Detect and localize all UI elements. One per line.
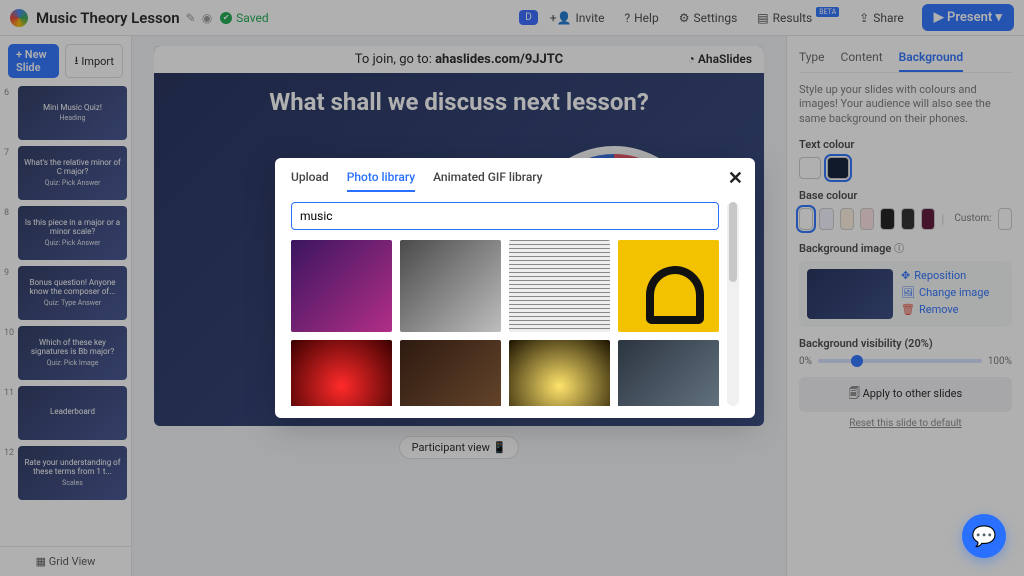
modal-tab-upload[interactable]: Upload — [291, 170, 329, 192]
library-image[interactable] — [509, 340, 610, 406]
close-icon[interactable]: ✕ — [728, 168, 743, 189]
modal-tab-photo-library[interactable]: Photo library — [347, 170, 415, 192]
scrollbar-thumb[interactable] — [729, 202, 737, 282]
library-image[interactable] — [618, 240, 719, 332]
library-image[interactable] — [291, 340, 392, 406]
library-image[interactable] — [618, 340, 719, 406]
library-image[interactable] — [400, 240, 501, 332]
image-library-modal: ✕ Upload Photo library Animated GIF libr… — [275, 158, 755, 418]
library-image[interactable] — [291, 240, 392, 332]
library-search-input[interactable] — [291, 202, 719, 230]
modal-scrollbar[interactable] — [727, 202, 739, 406]
library-grid — [291, 240, 719, 406]
library-image[interactable] — [509, 240, 610, 332]
modal-tab-gif-library[interactable]: Animated GIF library — [433, 170, 542, 192]
library-image[interactable] — [400, 340, 501, 406]
chat-bubble-button[interactable]: 💬 — [962, 514, 1006, 558]
